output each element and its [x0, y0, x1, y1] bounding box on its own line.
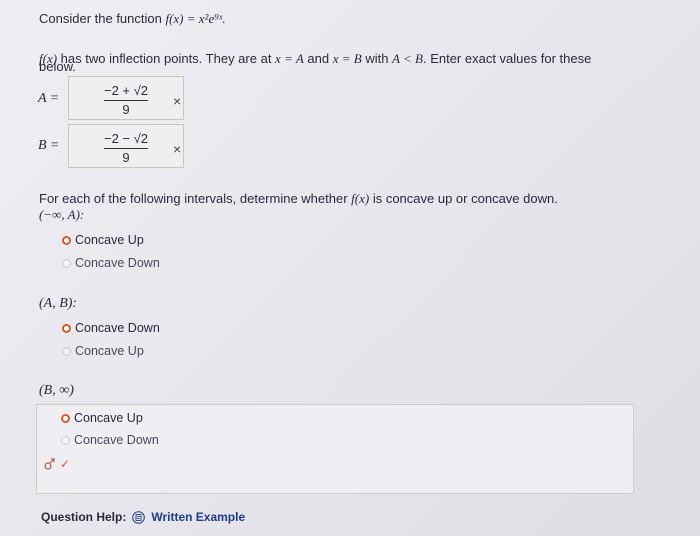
and-text: and — [303, 51, 333, 66]
check-icon: ✓ — [60, 457, 71, 471]
intro-text: Consider the function — [39, 11, 166, 26]
prompt-suffix: is concave up or concave down. — [369, 191, 558, 206]
answer-a-input[interactable]: −2 + √2 9 — [68, 76, 184, 120]
answer-a-denominator: 9 — [122, 102, 130, 117]
incorrect-icon: × — [173, 93, 182, 109]
interval-label: (A, B): — [39, 296, 78, 311]
incorrect-icon: × — [173, 141, 182, 157]
radio-selected-icon[interactable] — [62, 323, 71, 333]
prompt-prefix: For each of the following intervals, det… — [39, 191, 352, 206]
answer-a-numerator: −2 + √2 — [103, 83, 148, 98]
with-text: with — [361, 51, 393, 66]
partial-credit-icon — [44, 458, 55, 470]
document-icon — [132, 510, 146, 524]
radio-selected-icon[interactable] — [62, 235, 71, 245]
answer-b-input[interactable]: −2 − √2 9 — [68, 124, 184, 168]
instruction-end: . Enter exact values for these — [422, 51, 592, 66]
answer-b-denominator: 9 — [122, 150, 130, 165]
last-interval-box: Concave Up Concave Down ✓ — [36, 404, 634, 494]
inflection-instructions: f(x) has two inflection points. They are… — [39, 51, 591, 67]
radio-option[interactable]: Concave Down — [61, 433, 159, 447]
radio-label: Concave Down — [75, 256, 160, 270]
radio-label: Concave Up — [75, 344, 144, 358]
question-help-label: Question Help: — [41, 510, 127, 524]
concavity-prompt: For each of the following intervals, det… — [39, 191, 558, 207]
function-expression: f(x) = x²e⁹ˣ. — [165, 11, 226, 26]
instruction-below: below. — [39, 59, 76, 74]
radio-option[interactable]: Concave Up — [62, 344, 144, 358]
question-help: Question Help: Written Example — [41, 510, 245, 524]
feedback-row: ✓ — [43, 457, 70, 471]
radio-unselected-icon[interactable] — [62, 258, 71, 268]
radio-selected-icon[interactable] — [61, 413, 70, 423]
instruction-text: has two inflection points. They are at — [57, 51, 276, 66]
radio-unselected-icon[interactable] — [61, 435, 70, 445]
interval-label: (B, ∞) — [39, 383, 74, 398]
interval-label: (−∞, A): — [39, 207, 85, 222]
answer-b-numerator: −2 − √2 — [103, 131, 148, 146]
answer-a-fraction: −2 + √2 9 — [69, 83, 183, 117]
a-less-than-b: A < B — [392, 51, 423, 66]
answer-b-label: B = — [38, 138, 60, 153]
radio-option[interactable]: Concave Down — [62, 321, 160, 335]
x-equals-a: x = A — [275, 51, 304, 66]
question-page: Consider the function f(x) = x²e⁹ˣ. f(x)… — [0, 0, 700, 536]
answer-a-label: A = — [38, 91, 60, 106]
radio-label: Concave Up — [74, 411, 143, 425]
radio-label: Concave Down — [74, 433, 159, 447]
answer-b-fraction: −2 − √2 9 — [69, 131, 183, 165]
radio-option[interactable]: Concave Down — [62, 256, 160, 270]
radio-unselected-icon[interactable] — [62, 346, 71, 356]
written-example-link[interactable]: Written Example — [151, 510, 245, 524]
x-equals-b: x = B — [332, 51, 362, 66]
question-intro: Consider the function f(x) = x²e⁹ˣ. — [39, 11, 226, 27]
radio-label: Concave Up — [75, 233, 144, 247]
radio-label: Concave Down — [75, 321, 160, 335]
radio-option[interactable]: Concave Up — [62, 233, 144, 247]
radio-option[interactable]: Concave Up — [61, 411, 143, 425]
below-text: below. — [39, 59, 76, 74]
prompt-fx: f(x) — [351, 191, 370, 206]
